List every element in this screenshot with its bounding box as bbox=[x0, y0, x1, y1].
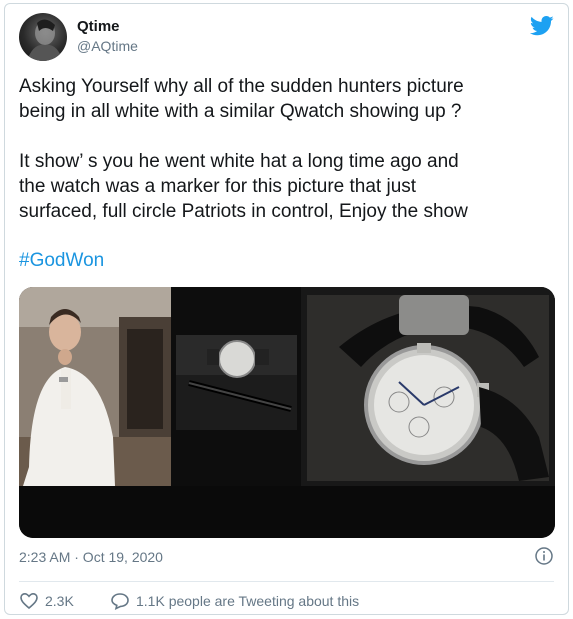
tweet-line: surfaced, full circle Patriots in contro… bbox=[19, 201, 468, 222]
media-image bbox=[19, 287, 555, 538]
tweet-line: the watch was a marker for this picture … bbox=[19, 176, 417, 197]
info-icon[interactable] bbox=[534, 546, 554, 566]
tweet-timestamp[interactable]: 2:23 AM · Oct 19, 2020 bbox=[19, 549, 163, 565]
avatar[interactable] bbox=[19, 13, 67, 61]
divider bbox=[19, 581, 554, 582]
heart-icon bbox=[20, 592, 38, 610]
like-count: 2.3K bbox=[45, 593, 74, 609]
tweet-media[interactable] bbox=[19, 287, 555, 538]
tweet-text: Asking Yourself why all of the sudden hu… bbox=[19, 74, 559, 124]
author-name[interactable]: Qtime bbox=[77, 18, 120, 35]
conversation-link[interactable]: 1.1K people are Tweeting about this bbox=[110, 592, 359, 610]
tweet-line: It show’ s you he went white hat a long … bbox=[19, 151, 459, 172]
tweet-card: Qtime @AQtime Asking Yourself why all of… bbox=[4, 3, 569, 615]
twitter-bird-icon[interactable] bbox=[530, 16, 554, 36]
tweet-paragraph: It show’ s you he went white hat a long … bbox=[19, 149, 559, 224]
like-button[interactable]: 2.3K bbox=[19, 592, 74, 610]
tweet-line: being in all white with a similar Qwatch… bbox=[19, 101, 462, 122]
conversation-text: 1.1K people are Tweeting about this bbox=[136, 593, 360, 609]
tweet-line: Asking Yourself why all of the sudden hu… bbox=[19, 76, 464, 97]
hashtag-link[interactable]: #GodWon bbox=[19, 250, 104, 272]
author-handle[interactable]: @AQtime bbox=[77, 38, 138, 54]
speech-bubble-icon bbox=[111, 593, 129, 610]
